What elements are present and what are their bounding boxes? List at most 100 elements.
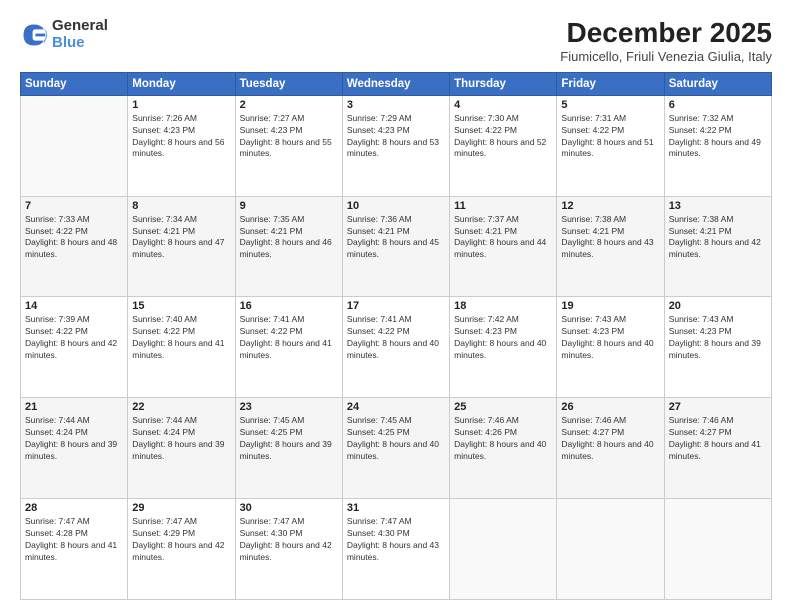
calendar-cell: 29 Sunrise: 7:47 AMSunset: 4:29 PMDayligh…: [128, 499, 235, 600]
day-number: 31: [347, 502, 445, 514]
week-row-3: 14 Sunrise: 7:39 AMSunset: 4:22 PMDayligh…: [21, 297, 772, 398]
day-number: 2: [240, 99, 338, 111]
page-title: December 2025: [560, 18, 772, 49]
weekday-header-saturday: Saturday: [664, 72, 771, 95]
day-info: Sunrise: 7:46 AMSunset: 4:27 PMDaylight:…: [669, 415, 767, 463]
weekday-header-friday: Friday: [557, 72, 664, 95]
weekday-header-row: SundayMondayTuesdayWednesdayThursdayFrid…: [21, 72, 772, 95]
day-number: 9: [240, 200, 338, 212]
calendar-cell: 18 Sunrise: 7:42 AMSunset: 4:23 PMDayligh…: [450, 297, 557, 398]
week-row-4: 21 Sunrise: 7:44 AMSunset: 4:24 PMDayligh…: [21, 398, 772, 499]
day-info: Sunrise: 7:43 AMSunset: 4:23 PMDaylight:…: [669, 314, 767, 362]
page: General Blue December 2025 Fiumicello, F…: [0, 0, 792, 612]
calendar-cell: 21 Sunrise: 7:44 AMSunset: 4:24 PMDayligh…: [21, 398, 128, 499]
day-number: 22: [132, 401, 230, 413]
day-info: Sunrise: 7:31 AMSunset: 4:22 PMDaylight:…: [561, 113, 659, 161]
logo-icon: [20, 21, 48, 49]
day-number: 14: [25, 300, 123, 312]
day-number: 5: [561, 99, 659, 111]
day-number: 3: [347, 99, 445, 111]
day-info: Sunrise: 7:45 AMSunset: 4:25 PMDaylight:…: [240, 415, 338, 463]
day-info: Sunrise: 7:41 AMSunset: 4:22 PMDaylight:…: [240, 314, 338, 362]
day-info: Sunrise: 7:47 AMSunset: 4:29 PMDaylight:…: [132, 516, 230, 564]
calendar-cell: 8 Sunrise: 7:34 AMSunset: 4:21 PMDaylight…: [128, 196, 235, 297]
day-info: Sunrise: 7:44 AMSunset: 4:24 PMDaylight:…: [132, 415, 230, 463]
day-info: Sunrise: 7:38 AMSunset: 4:21 PMDaylight:…: [669, 214, 767, 262]
calendar-cell: 24 Sunrise: 7:45 AMSunset: 4:25 PMDayligh…: [342, 398, 449, 499]
calendar-cell: [664, 499, 771, 600]
day-number: 29: [132, 502, 230, 514]
day-number: 24: [347, 401, 445, 413]
day-number: 13: [669, 200, 767, 212]
calendar-cell: 20Sunrise: 7:43 AMSunset: 4:23 PMDayligh…: [664, 297, 771, 398]
title-block: December 2025 Fiumicello, Friuli Venezia…: [560, 18, 772, 64]
day-info: Sunrise: 7:44 AMSunset: 4:24 PMDaylight:…: [25, 415, 123, 463]
calendar-cell: 12 Sunrise: 7:38 AMSunset: 4:21 PMDayligh…: [557, 196, 664, 297]
day-info: Sunrise: 7:45 AMSunset: 4:25 PMDaylight:…: [347, 415, 445, 463]
day-info: Sunrise: 7:30 AMSunset: 4:22 PMDaylight:…: [454, 113, 552, 161]
day-info: Sunrise: 7:39 AMSunset: 4:22 PMDaylight:…: [25, 314, 123, 362]
day-number: 8: [132, 200, 230, 212]
day-number: 7: [25, 200, 123, 212]
day-info: Sunrise: 7:46 AMSunset: 4:26 PMDaylight:…: [454, 415, 552, 463]
weekday-header-thursday: Thursday: [450, 72, 557, 95]
calendar-cell: 4 Sunrise: 7:30 AMSunset: 4:22 PMDaylight…: [450, 95, 557, 196]
weekday-header-wednesday: Wednesday: [342, 72, 449, 95]
calendar-cell: 27Sunrise: 7:46 AMSunset: 4:27 PMDayligh…: [664, 398, 771, 499]
calendar-cell: 15Sunrise: 7:40 AMSunset: 4:22 PMDayligh…: [128, 297, 235, 398]
day-info: Sunrise: 7:27 AMSunset: 4:23 PMDaylight:…: [240, 113, 338, 161]
day-number: 30: [240, 502, 338, 514]
calendar-cell: 3 Sunrise: 7:29 AMSunset: 4:23 PMDaylight…: [342, 95, 449, 196]
day-info: Sunrise: 7:47 AMSunset: 4:30 PMDaylight:…: [347, 516, 445, 564]
day-info: Sunrise: 7:26 AMSunset: 4:23 PMDaylight:…: [132, 113, 230, 161]
day-info: Sunrise: 7:47 AMSunset: 4:30 PMDaylight:…: [240, 516, 338, 564]
day-info: Sunrise: 7:32 AMSunset: 4:22 PMDaylight:…: [669, 113, 767, 161]
calendar-cell: 22 Sunrise: 7:44 AMSunset: 4:24 PMDayligh…: [128, 398, 235, 499]
day-info: Sunrise: 7:33 AMSunset: 4:22 PMDaylight:…: [25, 214, 123, 262]
page-subtitle: Fiumicello, Friuli Venezia Giulia, Italy: [560, 49, 772, 64]
calendar-cell: 23Sunrise: 7:45 AMSunset: 4:25 PMDayligh…: [235, 398, 342, 499]
day-number: 11: [454, 200, 552, 212]
weekday-header-tuesday: Tuesday: [235, 72, 342, 95]
calendar-cell: [21, 95, 128, 196]
calendar-cell: 31 Sunrise: 7:47 AMSunset: 4:30 PMDayligh…: [342, 499, 449, 600]
day-info: Sunrise: 7:43 AMSunset: 4:23 PMDaylight:…: [561, 314, 659, 362]
day-info: Sunrise: 7:29 AMSunset: 4:23 PMDaylight:…: [347, 113, 445, 161]
day-number: 21: [25, 401, 123, 413]
calendar-cell: 2 Sunrise: 7:27 AMSunset: 4:23 PMDaylight…: [235, 95, 342, 196]
calendar-cell: 10 Sunrise: 7:36 AMSunset: 4:21 PMDayligh…: [342, 196, 449, 297]
calendar-cell: 17 Sunrise: 7:41 AMSunset: 4:22 PMDayligh…: [342, 297, 449, 398]
calendar-cell: 30 Sunrise: 7:47 AMSunset: 4:30 PMDayligh…: [235, 499, 342, 600]
logo-line2: Blue: [52, 35, 108, 52]
day-number: 1: [132, 99, 230, 111]
calendar: SundayMondayTuesdayWednesdayThursdayFrid…: [20, 72, 772, 600]
day-number: 4: [454, 99, 552, 111]
day-info: Sunrise: 7:42 AMSunset: 4:23 PMDaylight:…: [454, 314, 552, 362]
day-number: 12: [561, 200, 659, 212]
day-number: 17: [347, 300, 445, 312]
calendar-cell: 28Sunrise: 7:47 AMSunset: 4:28 PMDayligh…: [21, 499, 128, 600]
day-number: 10: [347, 200, 445, 212]
day-info: Sunrise: 7:41 AMSunset: 4:22 PMDaylight:…: [347, 314, 445, 362]
logo: General Blue: [20, 18, 108, 51]
weekday-header-sunday: Sunday: [21, 72, 128, 95]
calendar-cell: 13 Sunrise: 7:38 AMSunset: 4:21 PMDayligh…: [664, 196, 771, 297]
day-info: Sunrise: 7:34 AMSunset: 4:21 PMDaylight:…: [132, 214, 230, 262]
calendar-cell: 14 Sunrise: 7:39 AMSunset: 4:22 PMDayligh…: [21, 297, 128, 398]
week-row-5: 28Sunrise: 7:47 AMSunset: 4:28 PMDayligh…: [21, 499, 772, 600]
day-info: Sunrise: 7:38 AMSunset: 4:21 PMDaylight:…: [561, 214, 659, 262]
day-info: Sunrise: 7:36 AMSunset: 4:21 PMDaylight:…: [347, 214, 445, 262]
day-number: 15: [132, 300, 230, 312]
calendar-cell: [450, 499, 557, 600]
calendar-cell: 7 Sunrise: 7:33 AMSunset: 4:22 PMDaylight…: [21, 196, 128, 297]
day-number: 26: [561, 401, 659, 413]
day-number: 28: [25, 502, 123, 514]
calendar-cell: 1 Sunrise: 7:26 AMSunset: 4:23 PMDaylight…: [128, 95, 235, 196]
day-number: 19: [561, 300, 659, 312]
day-info: Sunrise: 7:46 AMSunset: 4:27 PMDaylight:…: [561, 415, 659, 463]
calendar-cell: 16Sunrise: 7:41 AMSunset: 4:22 PMDayligh…: [235, 297, 342, 398]
day-info: Sunrise: 7:35 AMSunset: 4:21 PMDaylight:…: [240, 214, 338, 262]
day-info: Sunrise: 7:37 AMSunset: 4:21 PMDaylight:…: [454, 214, 552, 262]
calendar-cell: 5 Sunrise: 7:31 AMSunset: 4:22 PMDaylight…: [557, 95, 664, 196]
day-number: 18: [454, 300, 552, 312]
